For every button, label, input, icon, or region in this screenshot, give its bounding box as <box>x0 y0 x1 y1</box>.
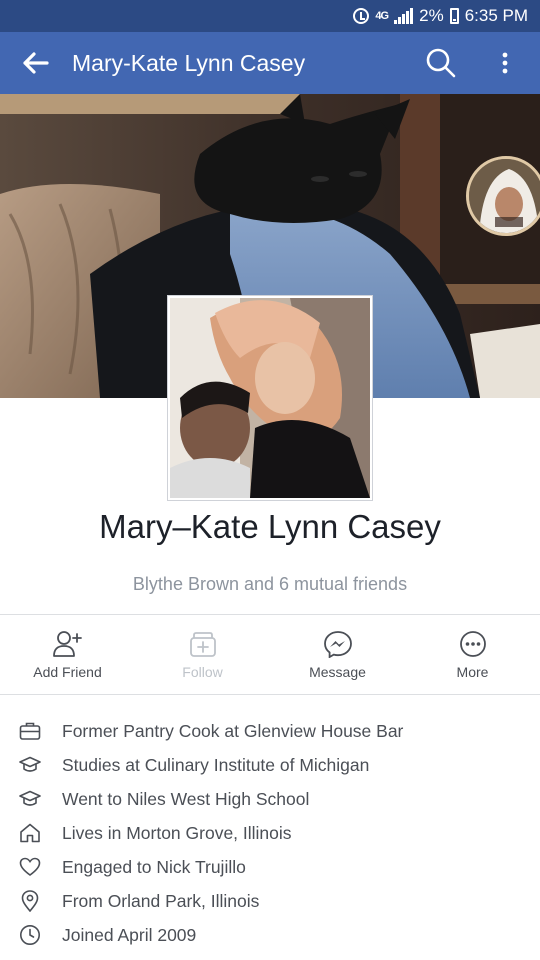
search-button[interactable] <box>412 32 470 94</box>
profile-picture[interactable] <box>168 296 372 500</box>
intro-list: Former Pantry Cook at Glenview House Bar… <box>0 714 540 952</box>
profile-actions: Add Friend Follow Message More <box>0 616 540 694</box>
signal-icon <box>394 6 414 26</box>
divider <box>0 614 540 615</box>
follow-label: Follow <box>182 664 223 680</box>
status-time: 6:35 PM <box>464 6 528 25</box>
clock-icon <box>0 924 62 946</box>
messenger-icon <box>323 631 352 658</box>
more-button[interactable]: More <box>405 616 540 694</box>
follow-icon <box>189 632 216 657</box>
list-item-work[interactable]: Former Pantry Cook at Glenview House Bar <box>0 714 540 748</box>
page-title: Mary-Kate Lynn Casey <box>72 49 306 76</box>
briefcase-icon <box>0 721 62 741</box>
message-button[interactable]: Message <box>270 616 405 694</box>
home-icon <box>0 823 62 843</box>
profile-name: Mary–Kate Lynn Casey <box>99 508 441 545</box>
more-vertical-icon <box>502 52 508 74</box>
arrow-left-icon <box>23 52 49 74</box>
add-friend-button[interactable]: Add Friend <box>0 616 135 694</box>
graduation-cap-icon <box>0 756 62 774</box>
education-text: Studies at Culinary Institute of Michiga… <box>62 754 370 775</box>
hometown-text: From Orland Park, Illinois <box>62 890 260 911</box>
profile-picture-image <box>170 298 370 498</box>
list-item-relationship[interactable]: Engaged to Nick Trujillo <box>0 850 540 884</box>
more-horizontal-icon <box>459 631 486 657</box>
heart-icon <box>0 857 62 877</box>
message-label: Message <box>309 664 366 680</box>
graduation-cap-icon <box>0 790 62 808</box>
friend-avatar[interactable] <box>466 156 540 236</box>
list-item-hometown[interactable]: From Orland Park, Illinois <box>0 884 540 918</box>
work-text: Former Pantry Cook at Glenview House Bar <box>62 720 404 741</box>
follow-button[interactable]: Follow <box>135 616 270 694</box>
list-item-current-city[interactable]: Lives in Morton Grove, Illinois <box>0 816 540 850</box>
relationship-text: Engaged to Nick Trujillo <box>62 856 246 877</box>
back-button[interactable] <box>0 32 72 94</box>
overflow-menu-button[interactable] <box>470 32 540 94</box>
app-bar: Mary-Kate Lynn Casey <box>0 32 540 94</box>
joined-text: Joined April 2009 <box>62 924 197 945</box>
current-city-text: Lives in Morton Grove, Illinois <box>62 822 292 843</box>
location-pin-icon <box>0 890 62 912</box>
status-bar: 4G 2% 6:35 PM <box>0 0 540 32</box>
add-friend-label: Add Friend <box>33 664 102 680</box>
divider <box>0 694 540 695</box>
list-item-joined[interactable]: Joined April 2009 <box>0 918 540 952</box>
mutual-friends-link[interactable]: Blythe Brown and 6 mutual friends <box>0 574 540 595</box>
battery-percent: 2% <box>419 6 444 25</box>
battery-icon <box>449 6 459 26</box>
friend-avatar-image <box>469 159 540 233</box>
high-school-text: Went to Niles West High School <box>62 788 310 809</box>
list-item-education[interactable]: Studies at Culinary Institute of Michiga… <box>0 748 540 782</box>
alarm-icon <box>353 6 370 26</box>
list-item-high-school[interactable]: Went to Niles West High School <box>0 782 540 816</box>
add-friend-icon <box>52 631 82 657</box>
search-icon <box>426 48 456 78</box>
network-type-label: 4G <box>375 9 389 22</box>
more-label: More <box>456 664 489 680</box>
